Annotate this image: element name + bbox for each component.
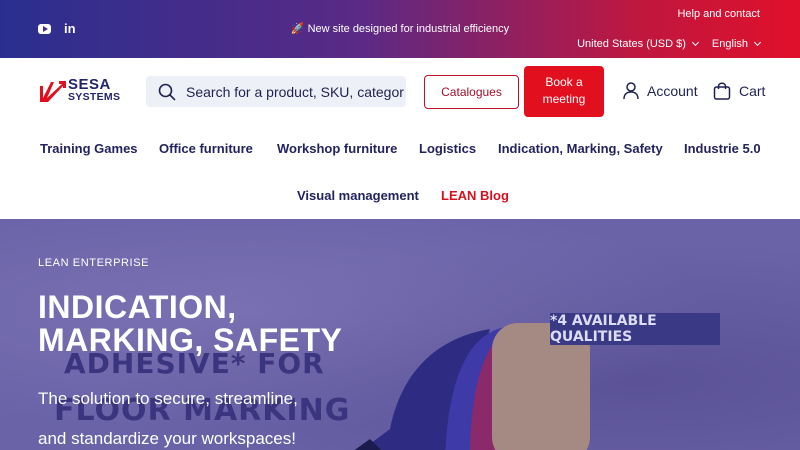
hero-banner: ADHESIVE* FOR FLOOR MARKING *4 AVAILABLE… (0, 219, 800, 450)
cart-label: Cart (739, 83, 766, 99)
nav-item-workshop-furniture[interactable]: Workshop furniture (277, 141, 397, 156)
account-link[interactable]: Account (623, 82, 698, 100)
announcement-text: 🚀 New site designed for industrial effic… (290, 23, 510, 35)
catalogues-button[interactable]: Catalogues (424, 75, 519, 109)
search-icon (158, 83, 176, 100)
locale-selectors: United States (USD $) English (577, 38, 762, 50)
qualities-badge: *4 AVAILABLE QUALITIES (550, 313, 720, 345)
hero-eyebrow: LEAN ENTERPRISE (38, 257, 150, 269)
hero-title: INDICATION, MARKING, SAFETY (38, 289, 343, 358)
nav-item-indication-marking-safety[interactable]: Indication, Marking, Safety (498, 141, 663, 156)
chevron-down-icon (753, 38, 762, 47)
currency-label: United States (USD $) (577, 38, 686, 50)
help-contact-link[interactable]: Help and contact (677, 8, 760, 20)
currency-selector[interactable]: United States (USD $) (577, 38, 699, 50)
language-selector[interactable]: English (711, 38, 762, 50)
language-label: English (711, 38, 748, 50)
logo-line-1: SESA (68, 76, 111, 93)
announcement-bar: in 🚀 New site designed for industrial ef… (0, 0, 800, 58)
hero-subtitle: The solution to secure, streamline, and … (38, 389, 298, 448)
nav-item-industrie-5[interactable]: Industrie 5.0 (684, 141, 761, 156)
search-input[interactable] (186, 83, 404, 100)
book-meeting-button[interactable]: Book a meeting (524, 66, 604, 117)
sesa-logo[interactable]: SESA SYSTEMS (38, 76, 130, 108)
logo-line-2: SYSTEMS (68, 91, 121, 103)
logo-mark-icon (40, 81, 66, 102)
nav-item-visual-management[interactable]: Visual management (297, 188, 419, 203)
main-navigation: Training Games Office furniture Workshop… (0, 122, 800, 219)
account-label: Account (647, 83, 698, 99)
chevron-down-icon (691, 38, 699, 47)
search-bar[interactable] (146, 76, 406, 107)
nav-item-logistics[interactable]: Logistics (419, 141, 476, 156)
nav-item-lean-blog[interactable]: LEAN Blog (441, 188, 509, 203)
site-header: SESA SYSTEMS Catalogues Book a meeting A… (0, 58, 800, 122)
cart-bag-icon (713, 82, 731, 100)
nav-item-office-furniture[interactable]: Office furniture (159, 141, 253, 156)
cart-link[interactable]: Cart (713, 82, 765, 100)
nav-item-training-games[interactable]: Training Games (40, 141, 138, 156)
logo-text: SESA SYSTEMS (68, 76, 121, 104)
user-icon (623, 82, 639, 100)
